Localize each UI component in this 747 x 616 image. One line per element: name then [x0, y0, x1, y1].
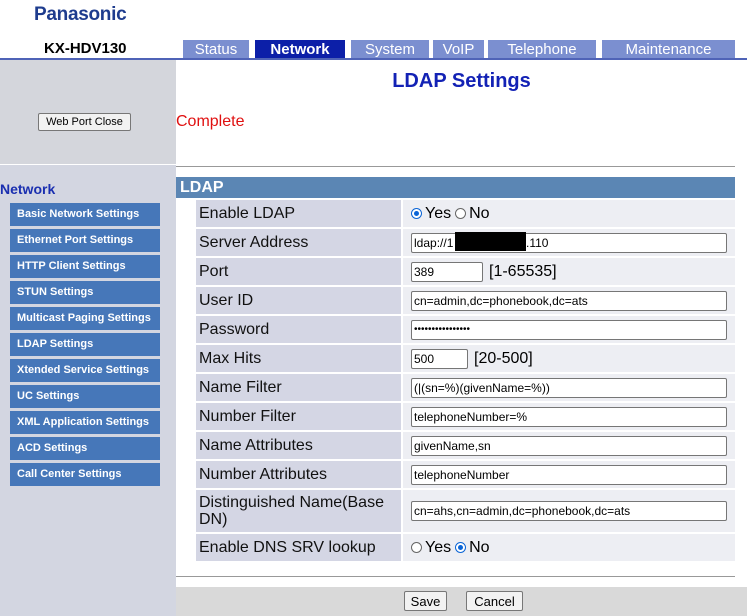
port-row: Port [1-65535]: [196, 258, 735, 285]
tab-maintenance[interactable]: Maintenance: [602, 40, 735, 58]
sidebar-item-ethernet-port[interactable]: Ethernet Port Settings: [10, 229, 160, 252]
sidebar-item-basic-network[interactable]: Basic Network Settings: [10, 203, 160, 226]
server-address-label: Server Address: [196, 229, 401, 256]
tab-status[interactable]: Status: [183, 40, 249, 58]
model-name: KX-HDV130: [44, 40, 127, 57]
name-attributes-row: Name Attributes: [196, 432, 735, 459]
footer-bar: [176, 587, 747, 616]
server-address-suffix: .110: [526, 235, 549, 250]
content-divider: [176, 166, 735, 167]
enable-ldap-no-label: No: [469, 204, 490, 222]
tab-system[interactable]: System: [351, 40, 429, 58]
number-filter-input[interactable]: [411, 406, 727, 427]
server-address-value: ldap://1: [414, 235, 454, 250]
max-hits-row: Max Hits [20-500]: [196, 345, 735, 372]
web-port-close-button[interactable]: Web Port Close: [38, 113, 131, 131]
password-label: Password: [196, 316, 401, 343]
distinguished-name-input[interactable]: [411, 501, 727, 521]
sidebar-item-acd[interactable]: ACD Settings: [10, 437, 160, 460]
number-filter-row: Number Filter: [196, 403, 735, 430]
password-input[interactable]: [411, 319, 727, 340]
sidebar-item-ldap[interactable]: LDAP Settings: [10, 333, 160, 356]
number-filter-label: Number Filter: [196, 403, 401, 430]
port-input[interactable]: [411, 261, 483, 282]
distinguished-name-label: Distinguished Name(Base DN): [196, 490, 401, 532]
name-filter-row: Name Filter: [196, 374, 735, 401]
sidebar-item-xtended-service[interactable]: Xtended Service Settings: [10, 359, 160, 382]
enable-ldap-row: Enable LDAP Yes No: [196, 200, 735, 227]
dns-srv-no-radio[interactable]: [455, 542, 467, 553]
name-filter-label: Name Filter: [196, 374, 401, 401]
sidebar-item-multicast-paging[interactable]: Multicast Paging Settings: [10, 307, 160, 330]
number-attributes-row: Number Attributes: [196, 461, 735, 488]
sidebar-item-uc[interactable]: UC Settings: [10, 385, 160, 408]
number-attributes-input[interactable]: [411, 464, 727, 485]
dns-srv-no-label: No: [469, 538, 490, 556]
tab-telephone[interactable]: Telephone: [488, 40, 596, 58]
max-hits-label: Max Hits: [196, 345, 401, 372]
dns-srv-label: Enable DNS SRV lookup: [196, 534, 401, 561]
port-label: Port: [196, 258, 401, 285]
user-id-row: User ID: [196, 287, 735, 314]
status-message: Complete: [176, 113, 245, 130]
sidebar-item-call-center[interactable]: Call Center Settings: [10, 463, 160, 486]
sidebar-item-xml-application[interactable]: XML Application Settings: [10, 411, 160, 434]
password-row: Password: [196, 316, 735, 343]
user-id-input[interactable]: [411, 290, 727, 311]
enable-ldap-yes-label: Yes: [425, 204, 452, 222]
cancel-button[interactable]: Cancel: [466, 591, 523, 611]
distinguished-name-row: Distinguished Name(Base DN): [196, 490, 735, 532]
sidebar-section-heading: Network: [0, 181, 56, 197]
dns-srv-yes-label: Yes: [425, 538, 452, 556]
page-title: LDAP Settings: [392, 70, 531, 92]
name-attributes-input[interactable]: [411, 435, 727, 456]
redaction-block: [455, 232, 526, 251]
port-range: [1-65535]: [489, 262, 557, 280]
max-hits-input[interactable]: [411, 348, 468, 369]
name-filter-input[interactable]: [411, 377, 727, 398]
dns-srv-yes-radio[interactable]: [411, 542, 422, 553]
ldap-section-header: LDAP: [176, 177, 735, 198]
sidebar-item-stun[interactable]: STUN Settings: [10, 281, 160, 304]
brand-logo: Panasonic: [34, 4, 127, 25]
enable-ldap-yes-radio[interactable]: [411, 208, 422, 219]
dns-srv-row: Enable DNS SRV lookup Yes No: [196, 534, 735, 561]
max-hits-range: [20-500]: [474, 349, 533, 367]
enable-ldap-no-radio[interactable]: [455, 208, 467, 219]
save-button[interactable]: Save: [404, 591, 447, 611]
enable-ldap-label: Enable LDAP: [196, 200, 401, 227]
sidebar-item-http-client[interactable]: HTTP Client Settings: [10, 255, 160, 278]
name-attributes-label: Name Attributes: [196, 432, 401, 459]
tab-network[interactable]: Network: [255, 40, 345, 58]
tab-voip[interactable]: VoIP: [433, 40, 484, 58]
sidebar-top-panel: [0, 60, 176, 164]
number-attributes-label: Number Attributes: [196, 461, 401, 488]
user-id-label: User ID: [196, 287, 401, 314]
footer-divider: [176, 576, 735, 577]
sidebar-separator: [0, 164, 176, 165]
